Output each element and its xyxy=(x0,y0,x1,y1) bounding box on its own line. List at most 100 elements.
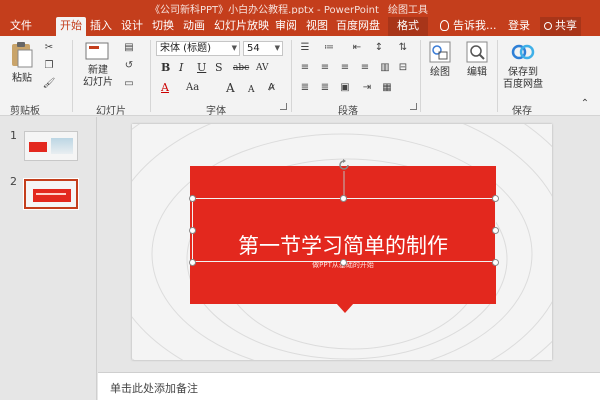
indent-more-icon[interactable]: ⇥ xyxy=(360,82,374,94)
section-icon[interactable]: ▭ xyxy=(122,78,136,90)
tell-me-label: 告诉我... xyxy=(453,19,497,32)
paste-button[interactable]: 粘贴 xyxy=(6,40,38,85)
group-divider xyxy=(497,40,498,112)
selection-frame[interactable] xyxy=(192,198,496,262)
change-case-button[interactable]: Aa xyxy=(186,82,199,94)
paragraph-dialog-launcher[interactable] xyxy=(410,103,417,110)
thumbnail-red-block xyxy=(29,142,47,152)
save-to-baidu-button[interactable]: 保存到 百度网盘 xyxy=(500,40,546,91)
slide-editing-area: 第一节学习简单的制作 做PPT从基础的开始 xyxy=(98,117,600,371)
numbering-icon[interactable]: ≔ xyxy=(322,42,336,54)
reset-icon[interactable]: ↺ xyxy=(122,60,136,72)
rotate-handle-icon[interactable] xyxy=(337,158,351,172)
shrink-font-button[interactable]: A xyxy=(248,84,255,96)
slide-thumbnail-2[interactable] xyxy=(23,178,79,210)
tab-review[interactable]: 审阅 xyxy=(271,17,301,36)
font-color-button[interactable]: A xyxy=(161,82,169,94)
char-spacing-button[interactable]: AV xyxy=(256,62,269,74)
indent-icon[interactable]: ⇤ xyxy=(350,42,364,54)
resize-handle[interactable] xyxy=(189,227,196,234)
paste-icon xyxy=(12,42,33,68)
tab-slideshow[interactable]: 幻灯片放映 xyxy=(210,17,273,36)
new-slide-button[interactable]: 新建 幻灯片 xyxy=(78,40,118,89)
group-divider xyxy=(150,40,151,112)
bold-button[interactable]: B xyxy=(161,62,170,74)
resize-handle[interactable] xyxy=(492,227,499,234)
strikethrough-button[interactable]: abc xyxy=(233,62,249,74)
thumbnail-number: 2 xyxy=(10,175,17,188)
format-painter-icon[interactable]: 🖌 xyxy=(42,78,56,90)
resize-handle[interactable] xyxy=(492,259,499,266)
notes-placeholder: 单击此处添加备注 xyxy=(110,382,198,395)
tell-me-search[interactable]: 告诉我... xyxy=(440,17,497,36)
justify-icon[interactable]: ≡ xyxy=(358,62,372,74)
shadow-button[interactable]: S xyxy=(215,62,223,74)
tab-file[interactable]: 文件 xyxy=(6,17,36,36)
slide-canvas[interactable]: 第一节学习简单的制作 做PPT从基础的开始 xyxy=(132,124,552,360)
font-family-dropdown[interactable]: 宋体 (标题) ▼ xyxy=(156,41,240,56)
login-link[interactable]: 登录 xyxy=(508,17,530,35)
tab-format[interactable]: 格式 xyxy=(388,17,428,36)
underline-button[interactable]: U xyxy=(197,62,206,74)
search-icon xyxy=(466,41,488,63)
drawing-button[interactable]: 绘图 xyxy=(424,40,456,79)
line-spacing-icon[interactable]: ↕ xyxy=(372,42,386,54)
chevron-down-icon: ▼ xyxy=(231,44,237,52)
group-divider xyxy=(72,40,73,112)
clear-format-icon[interactable]: A̷ xyxy=(268,82,275,94)
bullets-icon[interactable]: ☰ xyxy=(298,42,312,54)
text-direction-icon[interactable]: ⇅ xyxy=(396,42,410,54)
group-divider xyxy=(291,40,292,112)
copy-icon[interactable]: ❐ xyxy=(42,60,56,72)
italic-button[interactable]: I xyxy=(179,62,183,74)
clipboard-group-label: 剪贴板 xyxy=(10,106,40,117)
share-label: 共享 xyxy=(555,19,577,32)
tab-design[interactable]: 设计 xyxy=(117,17,147,36)
chevron-down-icon: ▼ xyxy=(274,44,280,52)
font-group-label: 字体 xyxy=(206,106,226,117)
resize-handle[interactable] xyxy=(340,195,347,202)
smartart-icon[interactable]: ▣ xyxy=(338,82,352,94)
tab-animations[interactable]: 动画 xyxy=(179,17,209,36)
justify-low-icon[interactable]: ≣ xyxy=(298,82,312,94)
font-family-value: 宋体 (标题) xyxy=(160,43,211,54)
share-button[interactable]: 共享 xyxy=(540,17,581,36)
new-slide-icon xyxy=(85,42,109,60)
thumbnail-number: 1 xyxy=(10,129,17,142)
table-icon[interactable]: ▦ xyxy=(380,82,394,94)
resize-handle[interactable] xyxy=(492,195,499,202)
resize-handle[interactable] xyxy=(340,259,347,266)
font-dialog-launcher[interactable] xyxy=(280,103,287,110)
baidu-label-2: 百度网盘 xyxy=(503,79,543,90)
resize-handle[interactable] xyxy=(189,259,196,266)
cloud-icon xyxy=(511,44,535,60)
font-size-dropdown[interactable]: 54 ▼ xyxy=(243,41,283,56)
tab-view[interactable]: 视图 xyxy=(302,17,332,36)
editing-button[interactable]: 编辑 xyxy=(460,40,494,79)
resize-handle[interactable] xyxy=(189,195,196,202)
distribute-icon[interactable]: ≣ xyxy=(318,82,332,94)
tab-insert[interactable]: 插入 xyxy=(86,17,116,36)
cut-icon[interactable]: ✂ xyxy=(42,42,56,54)
align-center-icon[interactable]: ≡ xyxy=(318,62,332,74)
new-slide-label-1: 新建 xyxy=(88,65,108,76)
save-group-label: 保存 xyxy=(512,106,532,117)
layout-icon[interactable]: ▤ xyxy=(122,42,136,54)
align-left-icon[interactable]: ≡ xyxy=(298,62,312,74)
slides-group-label: 幻灯片 xyxy=(96,106,126,117)
tab-transitions[interactable]: 切换 xyxy=(148,17,178,36)
notes-pane[interactable]: 单击此处添加备注 xyxy=(98,372,600,400)
slide-thumbnail-1[interactable] xyxy=(24,131,78,161)
baidu-label-1: 保存到 xyxy=(508,67,538,78)
tab-baidu[interactable]: 百度网盘 xyxy=(332,17,384,36)
font-size-value: 54 xyxy=(247,43,260,54)
columns-icon[interactable]: ▥ xyxy=(378,62,392,74)
align-text-icon[interactable]: ⊟ xyxy=(396,62,410,74)
collapse-ribbon-icon[interactable]: ⌃ xyxy=(578,98,592,110)
powerpoint-window: 《公司新科PPT》小白办公教程.pptx - PowerPoint 绘图工具 文… xyxy=(0,0,600,400)
grow-font-button[interactable]: A xyxy=(226,82,235,94)
thumbnail-text-line xyxy=(36,193,66,195)
tab-home[interactable]: 开始 xyxy=(56,17,86,36)
align-right-icon[interactable]: ≡ xyxy=(338,62,352,74)
thumbnail-red-block xyxy=(33,189,71,202)
